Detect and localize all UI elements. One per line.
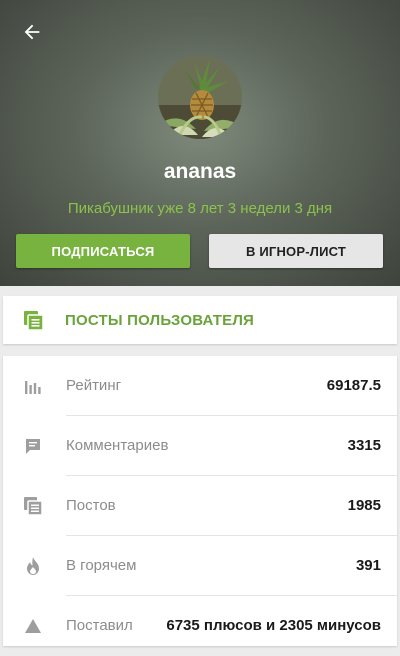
user-posts-link[interactable]: ПОСТЫ ПОЛЬЗОВАТЕЛЯ (3, 296, 397, 344)
profile-header: ananas Пикабушник уже 8 лет 3 недели 3 д… (0, 0, 400, 286)
stat-value: 69187.5 (326, 377, 381, 394)
stat-row-rating: Рейтинг 69187.5 (3, 356, 397, 416)
posts-icon (24, 311, 44, 331)
fire-icon (27, 557, 39, 575)
stat-row-hot: В горячем 391 (3, 536, 397, 596)
stat-label: Рейтинг (66, 377, 122, 394)
stat-value: 3315 (347, 437, 381, 454)
tenure-text: Пикабушник уже 8 лет 3 недели 3 дня (67, 200, 333, 217)
stat-label: Постов (66, 497, 116, 514)
arrow-left-icon (24, 24, 40, 40)
posts-icon (24, 497, 43, 516)
avatar[interactable] (158, 55, 242, 139)
triangle-icon (25, 619, 41, 633)
stat-label: Комментариев (66, 437, 169, 454)
stat-label: В горячем (66, 557, 137, 574)
pineapple-avatar-image (158, 55, 242, 139)
stat-value: 6735 плюсов и 2305 минусов (166, 617, 381, 634)
back-button[interactable] (16, 16, 48, 48)
username: ananas (163, 160, 237, 183)
ignore-list-button[interactable]: В ИГНОР-ЛИСТ (209, 234, 383, 268)
subscribe-button[interactable]: ПОДПИСАТЬСЯ (16, 234, 190, 268)
stat-value: 391 (355, 557, 381, 574)
bar-chart-icon (25, 381, 41, 394)
stat-row-comments: Комментариев 3315 (3, 416, 397, 476)
user-posts-label: ПОСТЫ ПОЛЬЗОВАТЕЛЯ (65, 312, 255, 329)
stat-value: 1985 (347, 497, 381, 514)
comment-icon (26, 439, 40, 454)
stat-label: Поставил (66, 617, 133, 634)
stat-row-posts: Постов 1985 (3, 476, 397, 536)
stat-row-votes: Поставил 6735 плюсов и 2305 минусов (3, 596, 397, 656)
stats-list: Рейтинг 69187.5 Комментариев 3315 Постов… (3, 356, 397, 646)
